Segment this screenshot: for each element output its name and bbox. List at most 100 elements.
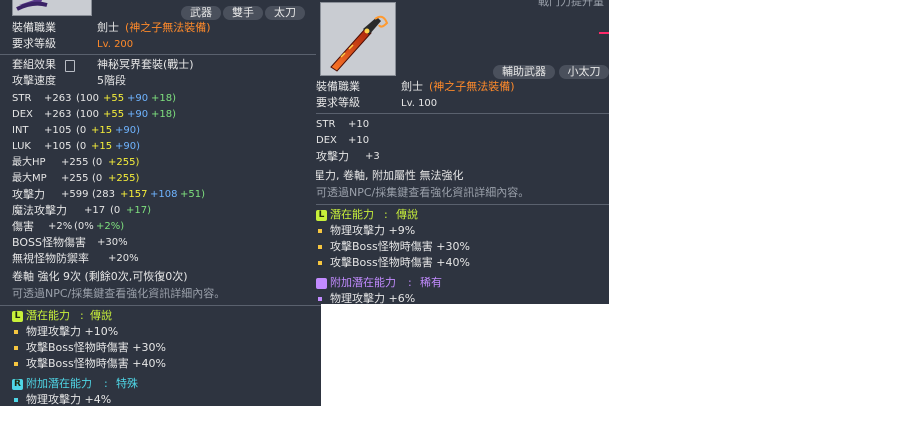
stat-flame: +108 — [150, 189, 178, 200]
potential-grade: 傳說 — [90, 309, 112, 322]
potential-title: 潛在能力 — [330, 208, 374, 221]
damage-label: 傷害 — [12, 220, 34, 233]
stat-value: +10 — [348, 135, 370, 146]
additional-potential-line: 物理攻擊力 +4% — [26, 393, 112, 406]
additional-bullet-icon — [14, 398, 18, 402]
stat-flame: +90 — [127, 93, 149, 104]
stat-base: (0 — [92, 157, 103, 168]
stat-name: INT — [12, 125, 29, 136]
set-value: 神秘冥界套裝(戰士) — [97, 58, 194, 71]
stat-total: +105 — [44, 125, 72, 136]
additional-potential-colon: : — [104, 377, 108, 390]
potential-colon: : — [384, 208, 388, 221]
lock-icon — [65, 60, 75, 72]
potential-bullet-icon — [318, 229, 322, 233]
additional-potential-line: 物理攻擊力 +6% — [330, 292, 416, 304]
stat-star: +157 — [120, 189, 148, 200]
additional-potential-colon: : — [408, 276, 412, 289]
stat-scroll: +51) — [180, 189, 206, 200]
job-label: 裝備職業 — [12, 21, 56, 34]
tag-katana: 太刀 — [265, 6, 305, 20]
potential-line: 物理攻擊力 +10% — [26, 325, 119, 338]
tag-secondary-weapon: 輔助武器 — [493, 65, 555, 79]
potential-bullet-icon — [14, 346, 18, 350]
legendary-badge-icon: L — [316, 210, 327, 221]
level-label: 要求等級 — [12, 37, 56, 50]
additional-bullet-icon — [318, 297, 322, 301]
katana-icon — [16, 0, 48, 11]
stat-scroll: +18) — [151, 109, 177, 120]
set-label: 套組效果 — [12, 58, 56, 71]
weapon-icon-frame — [12, 0, 92, 16]
stat-base: (100 — [76, 109, 99, 120]
left-item-tooltip: 武器 雙手 太刀 裝備職業 劍士 (神之子無法裝備) 要求等級 Lv. 200 … — [0, 0, 321, 406]
stat-flame: +90) — [115, 141, 141, 152]
additional-potential-title: 附加潛在能力 — [26, 377, 92, 390]
scroll-upgrade-line: 卷軸 強化 9次 (剩餘0次,可恢復0次) — [12, 270, 188, 283]
stat-total: +105 — [44, 141, 72, 152]
tag-two-handed: 雙手 — [223, 6, 263, 20]
additional-potential-title: 附加潛在能力 — [330, 276, 396, 289]
divider — [316, 113, 609, 114]
damage-scroll: +2%) — [96, 221, 125, 232]
divider — [316, 204, 609, 205]
ignore-defense-value: +20% — [108, 253, 139, 264]
stat-name: STR — [12, 93, 32, 104]
right-item-tooltip: 戰鬥力提升量 輔助武器 小太刀 裝備職業 劍士 (神之子無法裝備) 要求等級 L… — [316, 0, 609, 304]
stat-name: DEX — [316, 135, 337, 146]
potential-line: 物理攻擊力 +9% — [330, 224, 416, 237]
legendary-badge-icon: L — [12, 311, 23, 322]
potential-colon: : — [80, 309, 84, 322]
potential-bullet-icon — [318, 245, 322, 249]
stat-star: +15 — [91, 141, 113, 152]
stat-name: 最大HP — [12, 157, 46, 168]
damage-base: (0% — [74, 221, 94, 232]
matk-label: 魔法攻擊力 — [12, 204, 67, 217]
level-value: Lv. 100 — [401, 98, 438, 109]
stat-base: (0 — [76, 125, 87, 136]
speed-value: 5階段 — [97, 74, 126, 87]
stat-star: +255) — [108, 157, 140, 168]
combat-power-marker — [599, 32, 609, 34]
stat-base: (0 — [76, 141, 87, 152]
stat-total: +263 — [44, 109, 72, 120]
rare-badge-icon — [316, 278, 327, 289]
job-note: (神之子無法裝備) — [125, 21, 211, 34]
damage-total: +2% — [48, 221, 73, 232]
stat-star: +55 — [103, 93, 125, 104]
job-label: 裝備職業 — [316, 80, 360, 93]
level-value: Lv. 200 — [97, 39, 134, 50]
combat-power-heading: 戰鬥力提升量 — [538, 0, 604, 8]
stat-name: 攻擊力 — [12, 188, 45, 201]
tag-short-katana: 小太刀 — [559, 65, 609, 79]
job-note: (神之子無法裝備) — [429, 80, 515, 93]
stat-star: +15 — [91, 125, 113, 136]
tag-weapon: 武器 — [181, 6, 221, 20]
matk-total: +17 — [84, 205, 106, 216]
job-value: 劍士 — [97, 21, 119, 34]
potential-grade: 傳說 — [396, 208, 418, 221]
stat-name: LUK — [12, 141, 31, 152]
stat-total: +255 — [61, 157, 89, 168]
potential-line: 攻擊Boss怪物時傷害 +40% — [26, 357, 166, 370]
potential-title: 潛在能力 — [26, 309, 70, 322]
potential-bullet-icon — [14, 362, 18, 366]
ignore-defense-label: 無視怪物防禦率 — [12, 252, 89, 265]
additional-potential-grade: 特殊 — [116, 377, 138, 390]
stat-total: +263 — [44, 93, 72, 104]
divider — [0, 54, 321, 55]
short-katana-icon — [330, 15, 389, 72]
stat-value: +3 — [365, 151, 380, 162]
stat-scroll: +18) — [151, 93, 177, 104]
potential-line: 攻擊Boss怪物時傷害 +30% — [330, 240, 470, 253]
job-value: 劍士 — [401, 80, 423, 93]
stat-name: DEX — [12, 109, 33, 120]
additional-potential-grade: 稀有 — [420, 276, 442, 289]
stat-base: (283 — [92, 189, 115, 200]
stat-flame: +90) — [115, 125, 141, 136]
stat-name: 攻擊力 — [316, 150, 349, 163]
divider — [0, 305, 321, 306]
potential-bullet-icon — [318, 261, 322, 265]
stat-name: STR — [316, 119, 336, 130]
secondary-weapon-icon-frame — [320, 2, 396, 76]
